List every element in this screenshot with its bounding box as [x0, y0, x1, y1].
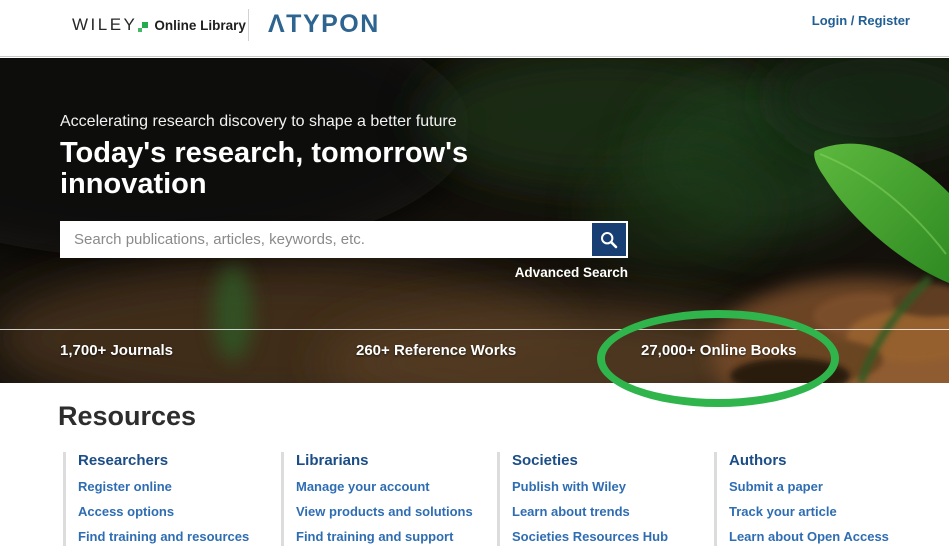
- link-submit-a-paper[interactable]: Submit a paper: [729, 480, 914, 494]
- link-access-options[interactable]: Access options: [78, 505, 274, 519]
- wiley-green-squares-icon: [138, 21, 149, 33]
- stats-separator-line: [0, 329, 949, 330]
- atypon-logo[interactable]: ΛTYPON: [268, 10, 380, 39]
- search-icon: [601, 231, 618, 248]
- online-library-label: Online Library: [154, 17, 246, 33]
- wiley-wordmark: WILEY: [72, 15, 138, 34]
- link-societies-resources-hub[interactable]: Societies Resources Hub: [512, 530, 708, 544]
- stat-journals[interactable]: 1,700+ Journals: [60, 342, 173, 359]
- link-learn-about-trends[interactable]: Learn about trends: [512, 505, 708, 519]
- hero-tagline: Accelerating research discovery to shape…: [60, 113, 457, 130]
- hero-title: Today's research, tomorrow's innovation: [60, 137, 469, 200]
- wiley-logo[interactable]: WILEY Online Library: [72, 15, 246, 35]
- advanced-search-row: Advanced Search: [60, 264, 628, 282]
- column-heading-authors[interactable]: Authors: [729, 452, 914, 469]
- link-register-online[interactable]: Register online: [78, 480, 274, 494]
- advanced-search-link[interactable]: Advanced Search: [515, 265, 628, 280]
- resources-column-researchers: Researchers Register online Access optio…: [63, 452, 274, 546]
- login-register-link[interactable]: Login / Register: [812, 13, 910, 28]
- column-heading-societies[interactable]: Societies: [512, 452, 708, 469]
- resources-column-authors: Authors Submit a paper Track your articl…: [714, 452, 914, 546]
- stat-online-books[interactable]: 27,000+ Online Books: [641, 342, 797, 359]
- column-heading-researchers[interactable]: Researchers: [78, 452, 274, 469]
- resources-column-societies: Societies Publish with Wiley Learn about…: [497, 452, 708, 546]
- hero-banner: Accelerating research discovery to shape…: [0, 58, 949, 383]
- link-learn-about-open-access[interactable]: Learn about Open Access: [729, 530, 914, 544]
- search-button[interactable]: [592, 223, 626, 256]
- link-view-products[interactable]: View products and solutions: [296, 505, 492, 519]
- wiley-online-library-page: WILEY Online Library ΛTYPON Login / Regi…: [0, 0, 949, 546]
- link-publish-with-wiley[interactable]: Publish with Wiley: [512, 480, 708, 494]
- link-find-training-support[interactable]: Find training and support: [296, 530, 492, 544]
- resources-column-librarians: Librarians Manage your account View prod…: [281, 452, 492, 546]
- column-heading-librarians[interactable]: Librarians: [296, 452, 492, 469]
- header-divider: [248, 9, 249, 41]
- search-input[interactable]: [62, 223, 592, 256]
- resources-heading: Resources: [58, 401, 197, 431]
- link-find-training-resources[interactable]: Find training and resources: [78, 530, 274, 544]
- link-manage-account[interactable]: Manage your account: [296, 480, 492, 494]
- stat-reference-works[interactable]: 260+ Reference Works: [356, 342, 516, 359]
- top-header: WILEY Online Library ΛTYPON Login / Regi…: [0, 0, 949, 57]
- search-bar: [60, 221, 628, 258]
- link-track-your-article[interactable]: Track your article: [729, 505, 914, 519]
